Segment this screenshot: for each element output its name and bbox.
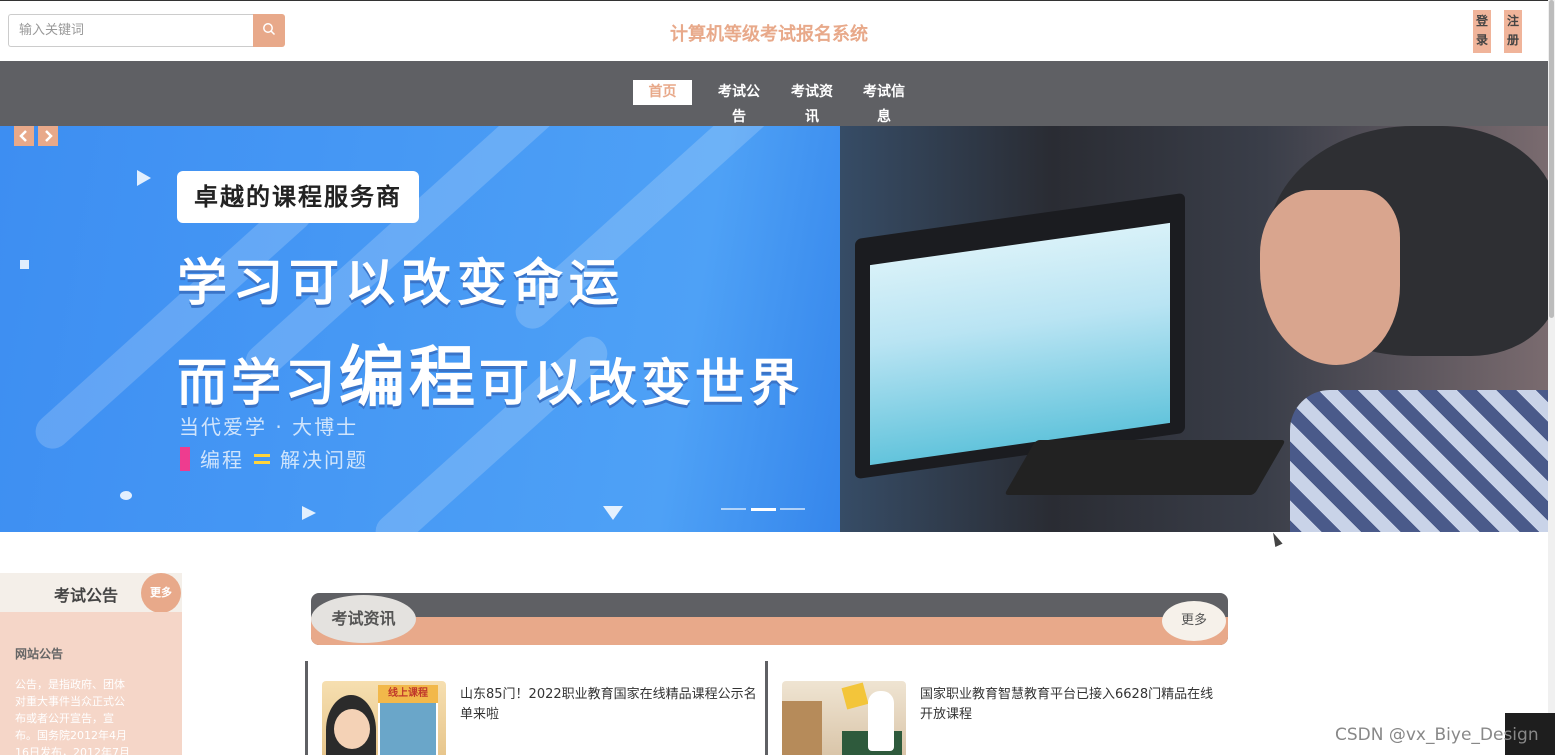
- scrollbar-thumb[interactable]: [1549, 0, 1554, 318]
- banner-headline-2-suffix: 可以改变世界: [479, 354, 803, 412]
- banner-decoration: [120, 491, 132, 500]
- banner-subtitle-2: 编程 解决问题: [180, 444, 368, 473]
- banner-headline-1: 学习可以改变命运: [177, 254, 625, 312]
- main-nav: 首页 考试公告 考试资讯 考试信息: [0, 61, 1548, 126]
- banner-headline-2-prefix: 而学习: [177, 354, 339, 412]
- news-header: 考试资讯 更多: [311, 593, 1228, 645]
- banner-tag: 卓越的课程服务商: [177, 171, 419, 223]
- announcement-text: 公告，是指政府、团体对重大事件当众正式公布或者公开宣告，宣布。国务院2012年4…: [15, 678, 130, 755]
- carousel-dot[interactable]: [780, 508, 805, 510]
- carousel-dot[interactable]: [721, 508, 746, 510]
- news-thumbnail: [782, 681, 906, 755]
- announcement-header: 考试公告 更多: [0, 573, 182, 613]
- shelf-illustration: [782, 701, 822, 755]
- nav-item-exam-info[interactable]: 考试信息: [857, 80, 911, 125]
- announcement-panel: 考试公告 更多 网站公告 公告，是指政府、团体对重大事件当众正式公布或者公开宣告…: [0, 573, 182, 755]
- banner-subtitle: 当代爱学 · 大博士: [179, 415, 359, 439]
- banner-subtitle-2-right: 解决问题: [280, 448, 368, 472]
- teacher-illustration: [868, 691, 894, 751]
- mouse-cursor-icon: [1269, 530, 1283, 548]
- carousel-next-button[interactable]: [38, 126, 58, 146]
- banner-decoration: [302, 506, 316, 520]
- news-card-title[interactable]: 山东85门！2022职业教育国家在线精品课程公示名单来啦: [460, 685, 755, 725]
- news-more-button[interactable]: 更多: [1162, 601, 1226, 641]
- news-card[interactable]: 线上课程 山东85门！2022职业教育国家在线精品课程公示名单来啦: [305, 661, 755, 755]
- flag-illustration: [841, 682, 869, 710]
- banner-decoration: [137, 170, 151, 186]
- screen-illustration: [870, 222, 1170, 466]
- carousel-dot-active[interactable]: [751, 508, 776, 511]
- equals-icon: [254, 453, 270, 464]
- pink-bar-icon: [180, 446, 190, 471]
- banner-headline-2: 而学习编程可以改变世界: [177, 324, 803, 420]
- news-section-title: 考试资讯: [311, 595, 416, 643]
- nav-item-home[interactable]: 首页: [633, 80, 692, 105]
- banner-decoration: [20, 260, 29, 269]
- register-button[interactable]: 注册: [1504, 10, 1522, 53]
- banner-subtitle-2-left: 编程: [200, 448, 244, 472]
- announcement-more-button[interactable]: 更多: [141, 573, 181, 613]
- login-button[interactable]: 登录: [1473, 10, 1491, 53]
- person-shirt-illustration: [1290, 390, 1548, 532]
- banner-carousel[interactable]: 卓越的课程服务商 学习可以改变命运 而学习编程可以改变世界 当代爱学 · 大博士…: [0, 126, 1548, 532]
- chevron-right-icon: [43, 127, 53, 146]
- carousel-prev-button[interactable]: [14, 126, 34, 146]
- top-header: 计算机等级考试报名系统 登录 注册: [0, 0, 1555, 61]
- cartoon-face-illustration: [334, 709, 370, 749]
- news-thumbnail: 线上课程: [322, 681, 446, 755]
- news-header-band: [311, 617, 1228, 645]
- chevron-left-icon: [19, 127, 29, 146]
- keyboard-illustration: [1004, 440, 1286, 495]
- banner-headline-2-big: 编程: [339, 339, 479, 416]
- announcement-subtitle[interactable]: 网站公告: [15, 645, 63, 662]
- news-card-title[interactable]: 国家职业教育智慧教育平台已接入6628门精品在线开放课程: [920, 685, 1215, 725]
- nav-item-exam-news[interactable]: 考试资讯: [785, 80, 839, 125]
- news-card[interactable]: 国家职业教育智慧教育平台已接入6628门精品在线开放课程: [765, 661, 1215, 755]
- announcement-body: 网站公告 公告，是指政府、团体对重大事件当众正式公布或者公开宣告，宣布。国务院2…: [0, 612, 182, 755]
- watermark: CSDN @vx_Biye_Design: [1335, 725, 1539, 745]
- banner-decoration: [603, 506, 623, 520]
- announcement-title: 考试公告: [54, 586, 119, 605]
- book-title-strip: 线上课程: [378, 685, 438, 703]
- nav-item-exam-announcements[interactable]: 考试公告: [712, 80, 766, 125]
- site-title: 计算机等级考试报名系统: [670, 24, 868, 45]
